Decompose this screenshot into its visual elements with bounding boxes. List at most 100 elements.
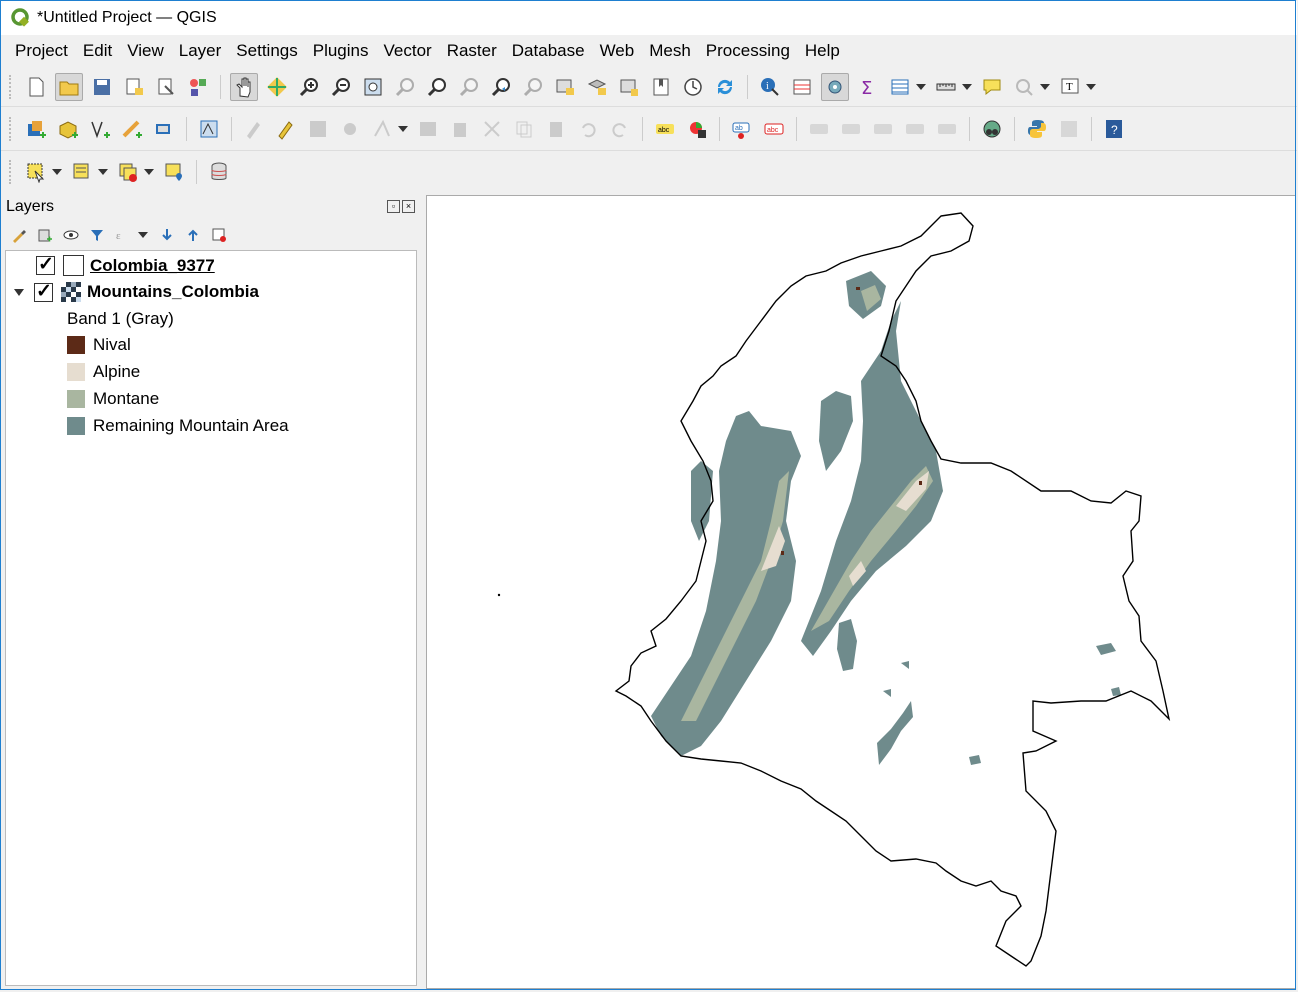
plugin-icon[interactable] <box>1056 116 1082 142</box>
delete-selected-icon[interactable] <box>447 116 473 142</box>
paste-features-icon[interactable] <box>543 116 569 142</box>
python-console-icon[interactable] <box>1024 116 1050 142</box>
zoom-full-icon[interactable] <box>360 74 386 100</box>
pan-to-selection-icon[interactable] <box>264 74 290 100</box>
new-print-layout-icon[interactable] <box>121 74 147 100</box>
help-icon[interactable]: ? <box>1101 116 1127 142</box>
osm-icon[interactable] <box>979 116 1005 142</box>
zoom-out-icon[interactable] <box>328 74 354 100</box>
show-bookmarks-icon[interactable] <box>648 74 674 100</box>
vertex-editor-icon[interactable] <box>369 116 395 142</box>
layer-visibility-checkbox[interactable] <box>34 280 53 303</box>
filter-expression-dropdown[interactable] <box>139 222 147 248</box>
current-edits-icon[interactable] <box>241 116 267 142</box>
map-svg[interactable] <box>427 196 1295 988</box>
temporal-controller-icon[interactable] <box>680 74 706 100</box>
show-hide-labels-icon[interactable]: abc <box>761 116 787 142</box>
zoom-next-icon[interactable] <box>520 74 546 100</box>
annotation-dropdown[interactable] <box>1086 74 1096 100</box>
panel-splitter[interactable] <box>419 194 425 988</box>
toggle-editing-icon[interactable] <box>273 116 299 142</box>
collapse-all-icon[interactable] <box>183 225 203 245</box>
menu-web[interactable]: Web <box>592 41 643 61</box>
db-manager-icon[interactable] <box>206 159 232 185</box>
statistics-icon[interactable] <box>821 73 849 101</box>
layer-visibility-checkbox[interactable] <box>36 253 55 276</box>
new-geopackage-icon[interactable] <box>55 116 81 142</box>
layout-manager-icon[interactable] <box>153 74 179 100</box>
sum-icon[interactable]: Σ <box>855 74 881 100</box>
legend-item-alpine[interactable]: Alpine <box>67 362 140 382</box>
zoom-to-selection-icon[interactable] <box>392 74 418 100</box>
menu-database[interactable]: Database <box>504 41 593 61</box>
style-layer-icon[interactable] <box>9 225 29 245</box>
redo-icon[interactable] <box>607 116 633 142</box>
manage-visibility-icon[interactable] <box>61 225 81 245</box>
copy-features-icon[interactable] <box>511 116 537 142</box>
new-3d-view-icon[interactable] <box>584 74 610 100</box>
deselect-dropdown[interactable] <box>144 159 154 185</box>
save-project-icon[interactable] <box>89 74 115 100</box>
locate-icon[interactable] <box>1011 74 1037 100</box>
new-map-view-icon[interactable] <box>552 74 578 100</box>
digitize-vertex-icon[interactable] <box>87 116 113 142</box>
map-tips-icon[interactable] <box>979 74 1005 100</box>
rotate-label-icon[interactable] <box>838 116 864 142</box>
cut-features-icon[interactable] <box>479 116 505 142</box>
menu-processing[interactable]: Processing <box>698 41 798 61</box>
modify-attributes-icon[interactable] <box>415 116 441 142</box>
text-annotation-icon[interactable]: T <box>1057 74 1083 100</box>
attribute-table-icon[interactable] <box>789 74 815 100</box>
select-dropdown[interactable] <box>52 159 62 185</box>
new-virtual-layer-icon[interactable] <box>151 116 177 142</box>
open-project-icon[interactable] <box>55 73 83 101</box>
menu-plugins[interactable]: Plugins <box>305 41 377 61</box>
toolbar-grip[interactable] <box>9 75 14 99</box>
new-project-icon[interactable] <box>23 74 49 100</box>
select-location-icon[interactable] <box>161 159 187 185</box>
filter-expression-icon[interactable]: ε <box>113 225 133 245</box>
toolbar-grip[interactable] <box>9 160 14 184</box>
menu-mesh[interactable]: Mesh <box>641 41 699 61</box>
move-label-icon[interactable] <box>806 116 832 142</box>
data-source-manager-icon[interactable] <box>23 116 49 142</box>
select-by-value-icon[interactable] <box>69 159 95 185</box>
measure-dropdown[interactable] <box>962 74 972 100</box>
menu-edit[interactable]: Edit <box>75 41 120 61</box>
undo-icon[interactable] <box>575 116 601 142</box>
layer-row-colombia[interactable]: Colombia_9377 <box>36 253 215 276</box>
menu-view[interactable]: View <box>119 41 172 61</box>
menu-raster[interactable]: Raster <box>439 41 505 61</box>
expand-all-icon[interactable] <box>157 225 177 245</box>
select-features-icon[interactable] <box>23 159 49 185</box>
map-canvas[interactable] <box>426 195 1296 989</box>
remove-layer-icon[interactable] <box>209 225 229 245</box>
zoom-in-icon[interactable] <box>296 74 322 100</box>
label-icon[interactable]: abc <box>652 116 678 142</box>
open-table-dropdown[interactable] <box>916 74 926 100</box>
locate-dropdown[interactable] <box>1040 74 1050 100</box>
layer-row-mountains[interactable]: Mountains_Colombia <box>6 280 259 303</box>
float-panel-icon[interactable]: ▫ <box>387 200 400 213</box>
vertex-tool-icon[interactable] <box>196 116 222 142</box>
menu-settings[interactable]: Settings <box>228 41 305 61</box>
change-label-icon[interactable] <box>870 116 896 142</box>
label-tool-a-icon[interactable] <box>902 116 928 142</box>
close-panel-icon[interactable]: × <box>402 200 415 213</box>
new-bookmark-icon[interactable] <box>616 74 642 100</box>
filter-legend-icon[interactable] <box>87 225 107 245</box>
digitize-line-icon[interactable] <box>119 116 145 142</box>
pan-icon[interactable] <box>230 73 258 101</box>
deselect-icon[interactable] <box>115 159 141 185</box>
save-edits-icon[interactable] <box>305 116 331 142</box>
vertex-dropdown[interactable] <box>398 116 408 142</box>
toolbar-grip[interactable] <box>9 117 14 141</box>
menu-project[interactable]: Project <box>7 41 76 61</box>
legend-item-nival[interactable]: Nival <box>67 335 131 355</box>
legend-item-remaining[interactable]: Remaining Mountain Area <box>67 416 289 436</box>
zoom-native-icon[interactable] <box>456 74 482 100</box>
add-feature-icon[interactable] <box>337 116 363 142</box>
open-table-icon[interactable] <box>887 74 913 100</box>
add-group-icon[interactable] <box>35 225 55 245</box>
pin-label-icon[interactable]: ab <box>729 116 755 142</box>
